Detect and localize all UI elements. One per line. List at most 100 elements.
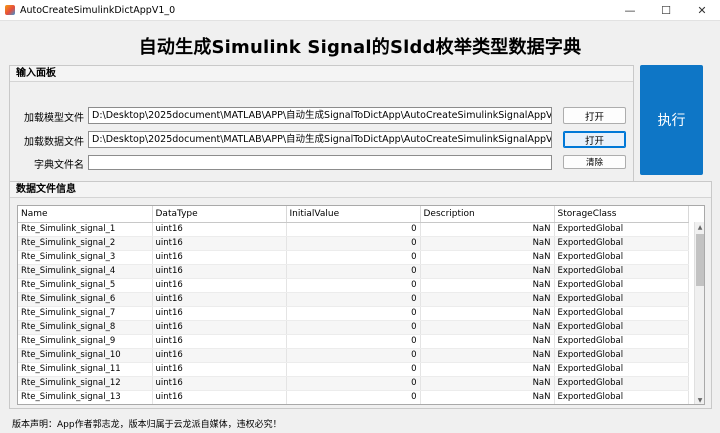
cell-storageclass[interactable]: ExportedGlobal (554, 390, 689, 404)
signal-table[interactable]: Name DataType InitialValue Description S… (17, 205, 705, 405)
maximize-icon[interactable]: ☐ (648, 0, 684, 20)
run-button[interactable]: 执行 (640, 65, 703, 175)
cell-initialvalue[interactable]: 0 (286, 362, 421, 377)
open-model-file-button[interactable]: 打开 (563, 107, 626, 124)
cell-initialvalue[interactable]: 0 (286, 334, 421, 349)
cell-description[interactable]: NaN (420, 264, 555, 279)
cell-description[interactable]: NaN (420, 362, 555, 377)
model-file-input[interactable]: D:\Desktop\2025document\MATLAB\APP\自动生成S… (88, 107, 552, 124)
cell-storageclass[interactable]: ExportedGlobal (554, 264, 689, 279)
scroll-down-icon[interactable]: ▼ (695, 395, 704, 404)
cell-storageclass[interactable]: ExportedGlobal (554, 250, 689, 265)
cell-description[interactable]: NaN (420, 292, 555, 307)
column-header-datatype[interactable]: DataType (152, 206, 287, 223)
cell-name[interactable]: Rte_Simulink_signal_7 (18, 306, 153, 321)
model-file-label: 加载模型文件 (24, 112, 84, 124)
cell-name[interactable]: Rte_Simulink_signal_10 (18, 348, 153, 363)
table-row[interactable]: Rte_Simulink_signal_8 uint16 0 NaN ExportedG… (18, 320, 689, 335)
cell-storageclass[interactable]: ExportedGlobal (554, 334, 689, 349)
cell-name[interactable]: Rte_Simulink_signal_11 (18, 362, 153, 377)
cell-name[interactable]: Rte_Simulink_signal_8 (18, 320, 153, 335)
cell-datatype[interactable]: uint16 (152, 320, 287, 335)
table-row[interactable]: Rte_Simulink_signal_4 uint16 0 NaN ExportedG… (18, 264, 689, 279)
scroll-up-icon[interactable]: ▲ (695, 222, 704, 232)
close-icon[interactable]: ✕ (684, 0, 720, 20)
cell-description[interactable]: NaN (420, 278, 555, 293)
cell-datatype[interactable]: uint16 (152, 250, 287, 265)
cell-storageclass[interactable]: ExportedGlobal (554, 320, 689, 335)
table-row[interactable]: Rte_Simulink_signal_5 uint16 0 NaN ExportedG… (18, 278, 689, 293)
table-row[interactable]: Rte_Simulink_signal_9 uint16 0 NaN ExportedG… (18, 334, 689, 349)
cell-datatype[interactable]: uint16 (152, 376, 287, 391)
cell-description[interactable]: NaN (420, 320, 555, 335)
window-title: AutoCreateSimulinkDictAppV1_0 (20, 4, 176, 16)
cell-datatype[interactable]: uint16 (152, 278, 287, 293)
cell-datatype[interactable]: uint16 (152, 306, 287, 321)
cell-datatype[interactable]: uint16 (152, 334, 287, 349)
data-file-input[interactable]: D:\Desktop\2025document\MATLAB\APP\自动生成S… (88, 131, 552, 148)
table-row[interactable]: Rte_Simulink_signal_6 uint16 0 NaN ExportedG… (18, 292, 689, 307)
cell-initialvalue[interactable]: 0 (286, 222, 421, 237)
cell-description[interactable]: NaN (420, 306, 555, 321)
dict-name-input[interactable] (88, 155, 552, 170)
cell-description[interactable]: NaN (420, 390, 555, 404)
cell-datatype[interactable]: uint16 (152, 362, 287, 377)
cell-description[interactable]: NaN (420, 334, 555, 349)
cell-initialvalue[interactable]: 0 (286, 390, 421, 404)
cell-initialvalue[interactable]: 0 (286, 376, 421, 391)
cell-storageclass[interactable]: ExportedGlobal (554, 278, 689, 293)
cell-description[interactable]: NaN (420, 222, 555, 237)
column-header-storageclass[interactable]: StorageClass (554, 206, 689, 223)
cell-initialvalue[interactable]: 0 (286, 348, 421, 363)
cell-description[interactable]: NaN (420, 348, 555, 363)
cell-name[interactable]: Rte_Simulink_signal_4 (18, 264, 153, 279)
table-row[interactable]: Rte_Simulink_signal_2 uint16 0 NaN ExportedG… (18, 236, 689, 251)
cell-name[interactable]: Rte_Simulink_signal_2 (18, 236, 153, 251)
cell-datatype[interactable]: uint16 (152, 236, 287, 251)
table-row[interactable]: Rte_Simulink_signal_3 uint16 0 NaN ExportedG… (18, 250, 689, 265)
cell-name[interactable]: Rte_Simulink_signal_3 (18, 250, 153, 265)
cell-datatype[interactable]: uint16 (152, 390, 287, 404)
cell-initialvalue[interactable]: 0 (286, 292, 421, 307)
minimize-icon[interactable]: — (612, 0, 648, 20)
cell-initialvalue[interactable]: 0 (286, 306, 421, 321)
cell-initialvalue[interactable]: 0 (286, 236, 421, 251)
cell-storageclass[interactable]: ExportedGlobal (554, 292, 689, 307)
cell-name[interactable]: Rte_Simulink_signal_5 (18, 278, 153, 293)
open-data-file-button[interactable]: 打开 (563, 131, 626, 148)
cell-initialvalue[interactable]: 0 (286, 264, 421, 279)
cell-datatype[interactable]: uint16 (152, 292, 287, 307)
table-row[interactable]: Rte_Simulink_signal_10 uint16 0 NaN Exported… (18, 348, 689, 363)
column-header-initialvalue[interactable]: InitialValue (286, 206, 421, 223)
cell-storageclass[interactable]: ExportedGlobal (554, 348, 689, 363)
column-header-name[interactable]: Name (18, 206, 153, 223)
table-row[interactable]: Rte_Simulink_signal_12 uint16 0 NaN Exported… (18, 376, 689, 391)
cell-storageclass[interactable]: ExportedGlobal (554, 222, 689, 237)
cell-initialvalue[interactable]: 0 (286, 278, 421, 293)
cell-storageclass[interactable]: ExportedGlobal (554, 362, 689, 377)
cell-name[interactable]: Rte_Simulink_signal_12 (18, 376, 153, 391)
cell-description[interactable]: NaN (420, 250, 555, 265)
clear-button[interactable]: 清除 (563, 155, 626, 169)
table-vertical-scrollbar[interactable]: ▲ ▼ (694, 222, 704, 404)
cell-datatype[interactable]: uint16 (152, 264, 287, 279)
scrollbar-thumb[interactable] (696, 234, 704, 286)
cell-storageclass[interactable]: ExportedGlobal (554, 306, 689, 321)
cell-initialvalue[interactable]: 0 (286, 320, 421, 335)
cell-name[interactable]: Rte_Simulink_signal_1 (18, 222, 153, 237)
cell-storageclass[interactable]: ExportedGlobal (554, 236, 689, 251)
table-row[interactable]: Rte_Simulink_signal_7 uint16 0 NaN ExportedG… (18, 306, 689, 321)
cell-name[interactable]: Rte_Simulink_signal_9 (18, 334, 153, 349)
table-row[interactable]: Rte_Simulink_signal_1 uint16 0 NaN ExportedG… (18, 222, 689, 237)
table-row[interactable]: Rte_Simulink_signal_13 uint16 0 NaN Exported… (18, 390, 689, 404)
cell-description[interactable]: NaN (420, 376, 555, 391)
cell-name[interactable]: Rte_Simulink_signal_6 (18, 292, 153, 307)
cell-storageclass[interactable]: ExportedGlobal (554, 376, 689, 391)
cell-datatype[interactable]: uint16 (152, 222, 287, 237)
table-row[interactable]: Rte_Simulink_signal_11 uint16 0 NaN Exported… (18, 362, 689, 377)
cell-description[interactable]: NaN (420, 236, 555, 251)
cell-name[interactable]: Rte_Simulink_signal_13 (18, 390, 153, 404)
column-header-description[interactable]: Description (420, 206, 555, 223)
cell-datatype[interactable]: uint16 (152, 348, 287, 363)
cell-initialvalue[interactable]: 0 (286, 250, 421, 265)
